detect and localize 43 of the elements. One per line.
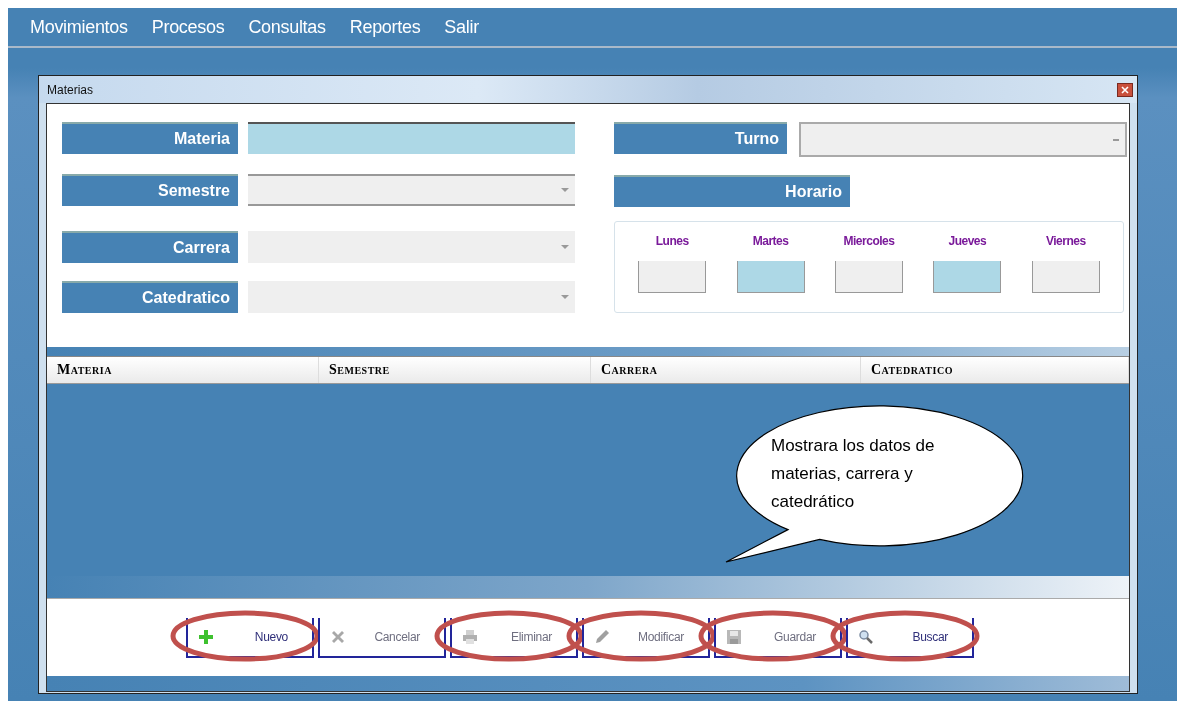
cross-icon — [330, 628, 346, 645]
day-toggle[interactable] — [933, 261, 1002, 293]
dropdown-arrow-icon — [561, 187, 569, 193]
menu-item[interactable]: Movimientos — [18, 16, 140, 38]
column-header[interactable]: Catedratico — [861, 357, 1129, 383]
field-label: Carrera — [62, 231, 238, 263]
dropdown-field[interactable] — [799, 122, 1127, 157]
field-label: Semestre — [62, 174, 238, 206]
pencil-icon — [594, 628, 610, 645]
day-toggle[interactable] — [638, 261, 707, 293]
section-label: Horario — [614, 175, 850, 207]
dropdown-field[interactable] — [248, 231, 575, 263]
menu-item[interactable]: Reportes — [337, 16, 433, 38]
printer-icon — [462, 628, 478, 645]
dropdown-field[interactable] — [248, 174, 575, 206]
menu-item[interactable]: Consultas — [236, 16, 338, 38]
window-title: Materias — [47, 82, 93, 97]
search-icon — [858, 628, 874, 645]
day-label: Jueves — [948, 234, 987, 248]
day-label: Viernes — [1045, 234, 1086, 248]
day-toggle[interactable] — [1031, 261, 1100, 293]
column-header[interactable]: Semestre — [319, 357, 591, 383]
text-input[interactable] — [248, 122, 575, 154]
day-label: Lunes — [655, 234, 689, 248]
close-icon — [1121, 85, 1129, 94]
dropdown-field[interactable] — [248, 281, 575, 313]
column-header[interactable]: Materia — [47, 357, 319, 383]
menu-item[interactable]: Procesos — [139, 16, 237, 38]
callout-text: Mostrara los datos de materias, carrera y catedrático — [771, 435, 936, 513]
day-label: Martes — [752, 234, 789, 248]
day-toggle[interactable] — [736, 261, 805, 293]
day-label: Miercoles — [843, 234, 895, 248]
column-header[interactable]: Carrera — [591, 357, 861, 383]
dropdown-arrow-icon — [1113, 138, 1119, 141]
field-label: Materia — [62, 122, 238, 154]
menu-item[interactable]: Salir — [432, 16, 491, 38]
close-button[interactable] — [1117, 82, 1133, 97]
plus-icon — [198, 628, 214, 645]
day-toggle[interactable] — [834, 261, 903, 293]
field-label: Turno — [614, 122, 787, 154]
dropdown-arrow-icon — [561, 294, 569, 300]
field-label: Catedratico — [62, 281, 238, 313]
dropdown-arrow-icon — [561, 244, 569, 250]
